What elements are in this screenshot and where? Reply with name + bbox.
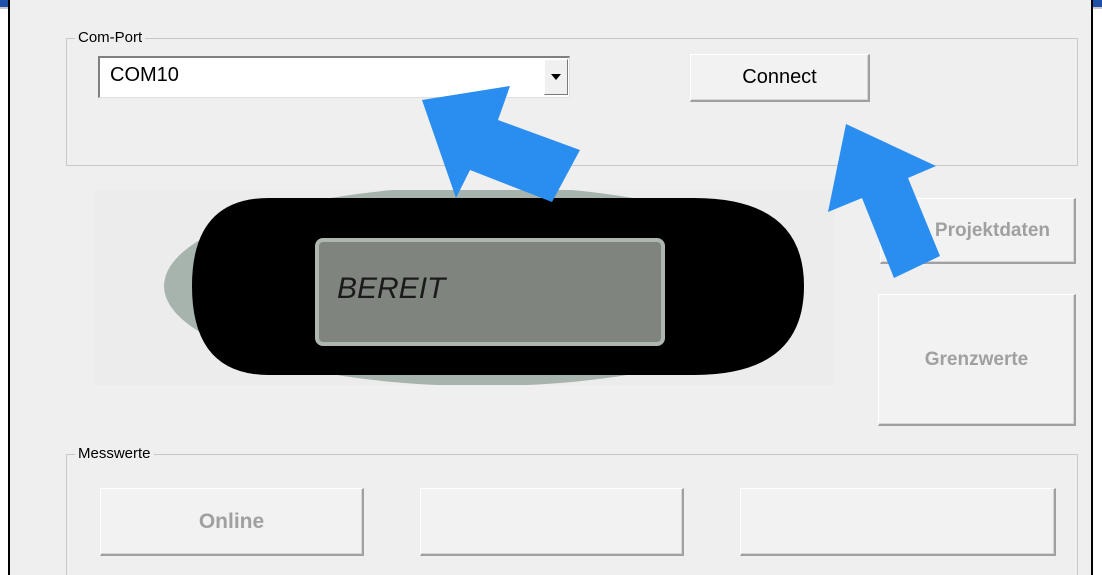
grenzwerte-button-label: Grenzwerte — [924, 348, 1029, 370]
messwerte-button-2[interactable] — [420, 488, 684, 556]
lcd-display: BEREIT — [315, 238, 665, 346]
com-port-select-value: COM10 — [110, 64, 179, 86]
com-port-group-label: Com-Port — [75, 29, 146, 47]
messwerte-button-3[interactable] — [740, 488, 1056, 556]
messwerte-group-label: Messwerte — [75, 445, 154, 463]
annotation-arrow-icon — [828, 124, 940, 278]
annotation-arrow-icon — [422, 86, 580, 202]
grenzwerte-button[interactable]: Grenzwerte — [878, 294, 1076, 426]
online-button-label: Online — [198, 509, 265, 533]
connect-button[interactable]: Connect — [690, 54, 870, 102]
lcd-status-text: BEREIT — [337, 272, 446, 305]
main-window: Com-Port COM10 Connect BEREIT Projektdat… — [8, 0, 1093, 575]
chevron-down-icon — [551, 74, 561, 80]
online-button[interactable]: Online — [100, 488, 364, 556]
connect-button-label: Connect — [742, 66, 817, 88]
